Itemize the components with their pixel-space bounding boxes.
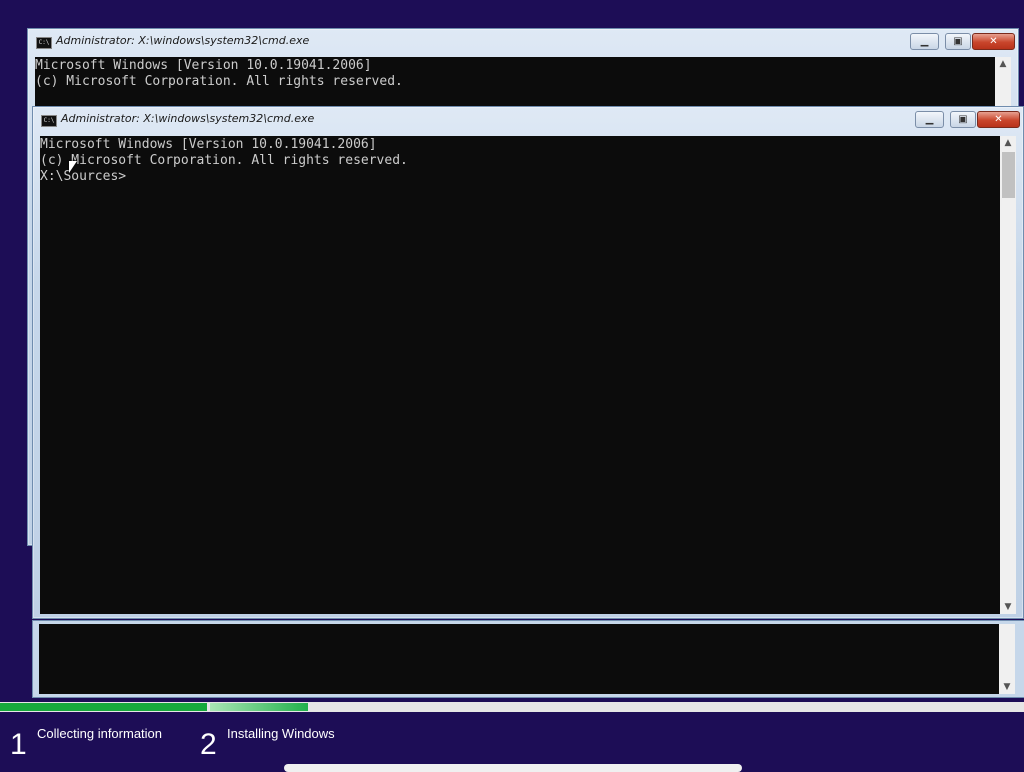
vertical-scrollbar[interactable]: ▲ ▼: [1000, 136, 1016, 614]
scroll-down-icon[interactable]: ▼: [1000, 600, 1016, 614]
minimize-button[interactable]: ▁: [915, 111, 944, 128]
console-line: (c) Microsoft Corporation. All rights re…: [40, 153, 408, 168]
back-maximize-button[interactable]: ▣: [945, 33, 971, 50]
mouse-cursor-icon: [69, 161, 77, 173]
back-close-button[interactable]: ✕: [972, 33, 1015, 50]
setup-progress-bar: [0, 702, 1024, 712]
console-line: Microsoft Windows [Version 10.0.19041.20…: [35, 58, 372, 73]
back-minimize-button[interactable]: ▁: [910, 33, 939, 50]
cmd-icon: C:\: [36, 37, 52, 49]
close-button[interactable]: ✕: [977, 111, 1020, 128]
progress-installing-windows: [210, 703, 308, 711]
back-lower-scrollbar[interactable]: ▼: [999, 624, 1015, 694]
back-window-lower-area: ▼: [32, 620, 1024, 698]
back-window-title: Administrator: X:\windows\system32\cmd.e…: [56, 34, 310, 47]
back-title-bar[interactable]: C:\ Administrator: X:\windows\system32\c…: [28, 29, 1018, 55]
back-scroll-up-icon[interactable]: ▲: [995, 57, 1011, 71]
scroll-up-icon[interactable]: ▲: [1000, 136, 1016, 150]
front-title-bar[interactable]: C:\ Administrator: X:\windows\system32\c…: [33, 107, 1023, 133]
back-console-lower[interactable]: [39, 624, 999, 694]
setup-steps: 1 Collecting information 2 Installing Wi…: [0, 712, 1024, 768]
front-window-title: Administrator: X:\windows\system32\cmd.e…: [61, 112, 315, 125]
maximize-button[interactable]: ▣: [950, 111, 976, 128]
front-cmd-window[interactable]: C:\ Administrator: X:\windows\system32\c…: [32, 106, 1024, 619]
scroll-down-icon[interactable]: ▼: [999, 680, 1015, 694]
command-prompt[interactable]: X:\Sources>: [40, 169, 1000, 185]
step-label: Installing Windows: [227, 726, 335, 741]
scrollbar-thumb[interactable]: [1002, 152, 1015, 198]
setup-button-edge: [284, 764, 742, 772]
cmd-icon: C:\: [41, 115, 57, 127]
console-line: Microsoft Windows [Version 10.0.19041.20…: [40, 137, 377, 152]
console-output[interactable]: Microsoft Windows [Version 10.0.19041.20…: [40, 136, 1000, 614]
step-number: 2: [200, 728, 217, 761]
step-label: Collecting information: [37, 726, 163, 741]
progress-collecting-information: [0, 703, 207, 711]
console-line: (c) Microsoft Corporation. All rights re…: [35, 74, 403, 89]
step-number: 1: [10, 728, 27, 761]
